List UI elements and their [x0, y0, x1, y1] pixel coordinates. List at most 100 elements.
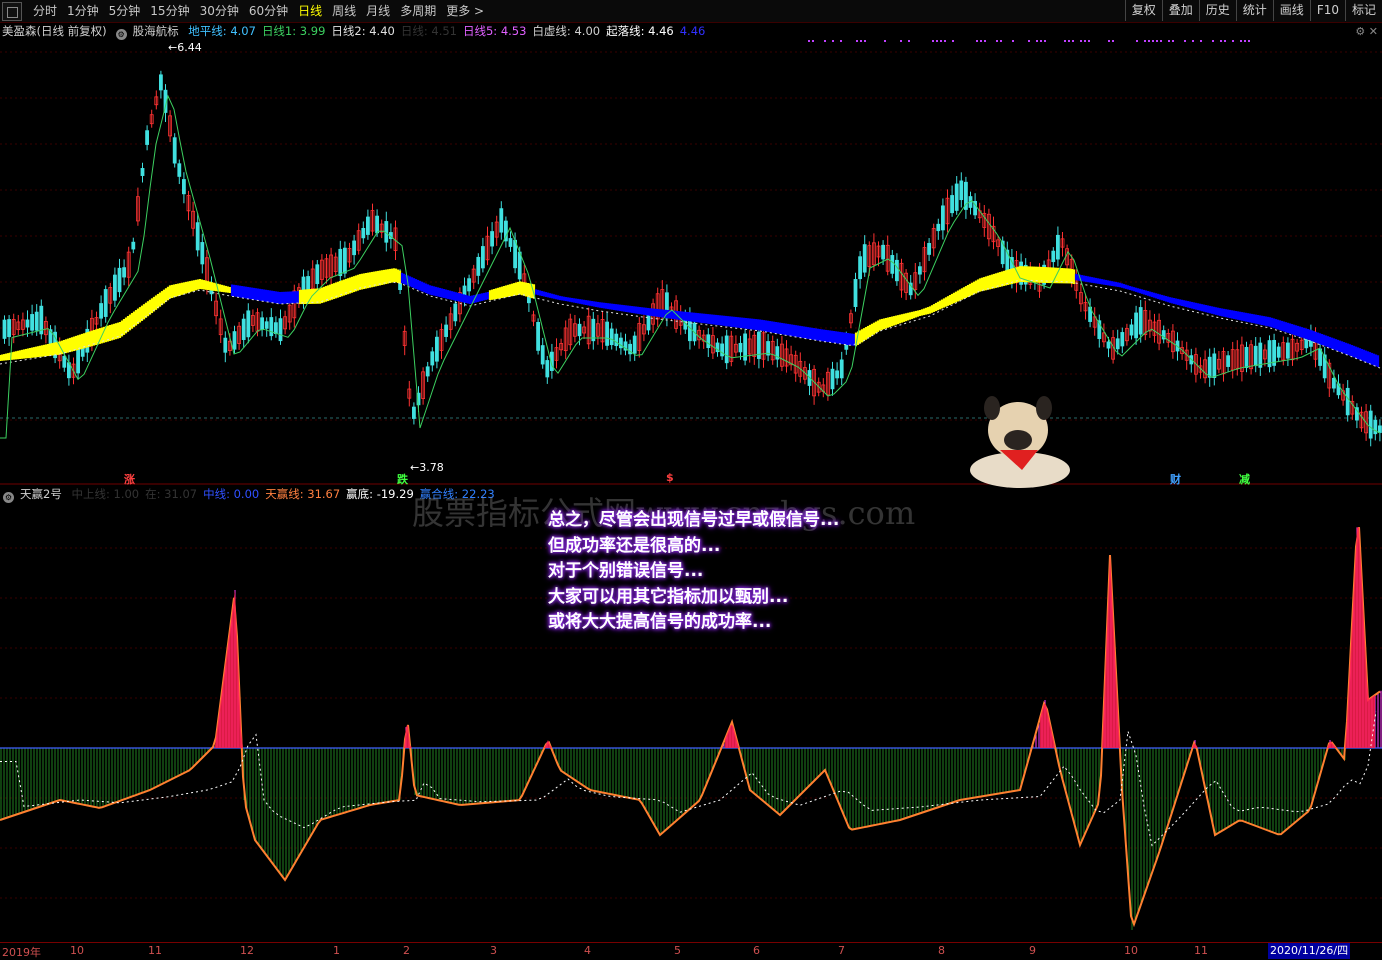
- candle-body: [352, 240, 357, 256]
- candle-body: [499, 208, 504, 233]
- osc-peak-fill: [400, 725, 415, 748]
- date-label: 3: [490, 944, 497, 957]
- candle-body: [430, 351, 435, 366]
- signal-dot: [1112, 40, 1114, 42]
- signal-dot: [840, 40, 842, 42]
- candle-body: [34, 311, 39, 331]
- candle-body: [103, 289, 108, 317]
- signal-dot: [980, 40, 982, 42]
- sub-legend-item: 中线: 0.00: [203, 487, 260, 501]
- date-label: 11: [148, 944, 162, 957]
- annotation-line: 对于个别错误信号...: [548, 561, 704, 581]
- signal-dot: [1192, 40, 1194, 42]
- candle-body: [200, 242, 205, 265]
- date-label: 8: [938, 944, 945, 957]
- candle-body: [540, 345, 545, 365]
- candle-body: [632, 335, 637, 354]
- date-label: 11: [1194, 944, 1208, 957]
- candle-body: [375, 215, 380, 234]
- annotation-line: 或将大大提高信号的成功率...: [548, 612, 772, 632]
- signal-dot: [908, 40, 910, 42]
- candle-body: [738, 342, 743, 353]
- signal-dot: [1168, 40, 1170, 42]
- candle-body: [890, 255, 895, 274]
- signal-dot: [864, 40, 866, 42]
- candle-body: [232, 331, 237, 350]
- signal-dot: [856, 40, 858, 42]
- date-label: 5: [674, 944, 681, 957]
- candle-body: [411, 406, 416, 419]
- candle-body: [490, 231, 495, 247]
- candle-body: [264, 321, 269, 329]
- candle-body: [76, 348, 80, 374]
- signal-dot: [1036, 40, 1038, 42]
- candle-body: [508, 238, 513, 247]
- osc-peak-fill: [215, 590, 255, 748]
- signal-dot: [884, 40, 886, 42]
- signal-dot: [1064, 40, 1066, 42]
- date-label: 9: [1029, 944, 1036, 957]
- candle-body: [1106, 341, 1111, 349]
- candle-body: [853, 279, 858, 307]
- candle-body: [706, 334, 711, 349]
- signal-text: 涨: [124, 473, 135, 486]
- osc-peak-fill: [1100, 555, 1125, 748]
- signal-dot: [932, 40, 934, 42]
- candle-body: [453, 303, 458, 322]
- candle-body: [954, 183, 959, 211]
- candle-body: [172, 137, 177, 164]
- candle-body: [365, 216, 370, 235]
- candle-body: [425, 366, 430, 377]
- signal-text: 减: [1239, 473, 1250, 486]
- signal-label: 跌: [397, 471, 408, 487]
- candle-body: [177, 163, 182, 177]
- candle-body: [480, 246, 485, 269]
- signal-dot: [1148, 40, 1150, 42]
- candle-body: [131, 241, 136, 250]
- signal-dot: [936, 40, 938, 42]
- candle-body: [724, 335, 729, 364]
- candle-body: [306, 276, 311, 291]
- annotation-text: 总之，尽管会出现信号过早或假信号... 但成功率还是很高的... 对于个别错误信…: [548, 508, 839, 636]
- candle-body: [122, 267, 126, 278]
- signal-dot: [1152, 40, 1154, 42]
- high-price-label: ←6.44: [168, 41, 202, 54]
- selected-date[interactable]: 2020/11/26/四: [1268, 943, 1351, 959]
- candle-body: [434, 336, 439, 362]
- candle-body: [273, 322, 278, 334]
- candle-body: [1332, 377, 1336, 389]
- candle-body: [936, 223, 941, 232]
- candle-body: [467, 278, 472, 292]
- settings-icon-3[interactable]: ⚙: [3, 492, 14, 503]
- date-label: 4: [584, 944, 591, 957]
- candle-body: [140, 168, 145, 176]
- candle-body: [895, 259, 899, 282]
- signal-label: 减: [1239, 471, 1250, 487]
- annotation-line: 但成功率还是很高的...: [548, 535, 721, 556]
- candle-body: [858, 256, 862, 280]
- signal-text: 跌: [397, 473, 408, 486]
- signal-dot: [900, 40, 902, 42]
- candle-body: [614, 333, 619, 347]
- candle-body: [959, 180, 964, 201]
- date-axis: 2019年 10 11 12 1 2 3 4 5 6 7 8 9 10 11 2…: [0, 942, 1382, 960]
- candle-body: [476, 256, 481, 276]
- candle-body: [99, 303, 103, 319]
- candle-body: [918, 266, 922, 275]
- date-label: 1: [333, 944, 340, 957]
- signal-dot: [1144, 40, 1146, 42]
- sub-indicator-name[interactable]: 天赢2号: [20, 487, 62, 501]
- annotation-line: 总之，尽管会出现信号过早或假信号...: [548, 510, 840, 530]
- signal-text: 财: [1170, 473, 1181, 486]
- sub-legend-item: 赢底: -19.29: [346, 487, 414, 501]
- dog-ear: [984, 396, 1000, 420]
- signal-label: 财: [1170, 471, 1181, 487]
- signal-dot: [984, 40, 986, 42]
- candle-body: [1378, 425, 1382, 433]
- candle-body: [117, 267, 122, 293]
- signal-dot: [1088, 40, 1090, 42]
- candle-body: [25, 319, 30, 328]
- candle-body: [1120, 332, 1125, 347]
- signal-dot: [1084, 40, 1086, 42]
- candle-body: [30, 314, 35, 331]
